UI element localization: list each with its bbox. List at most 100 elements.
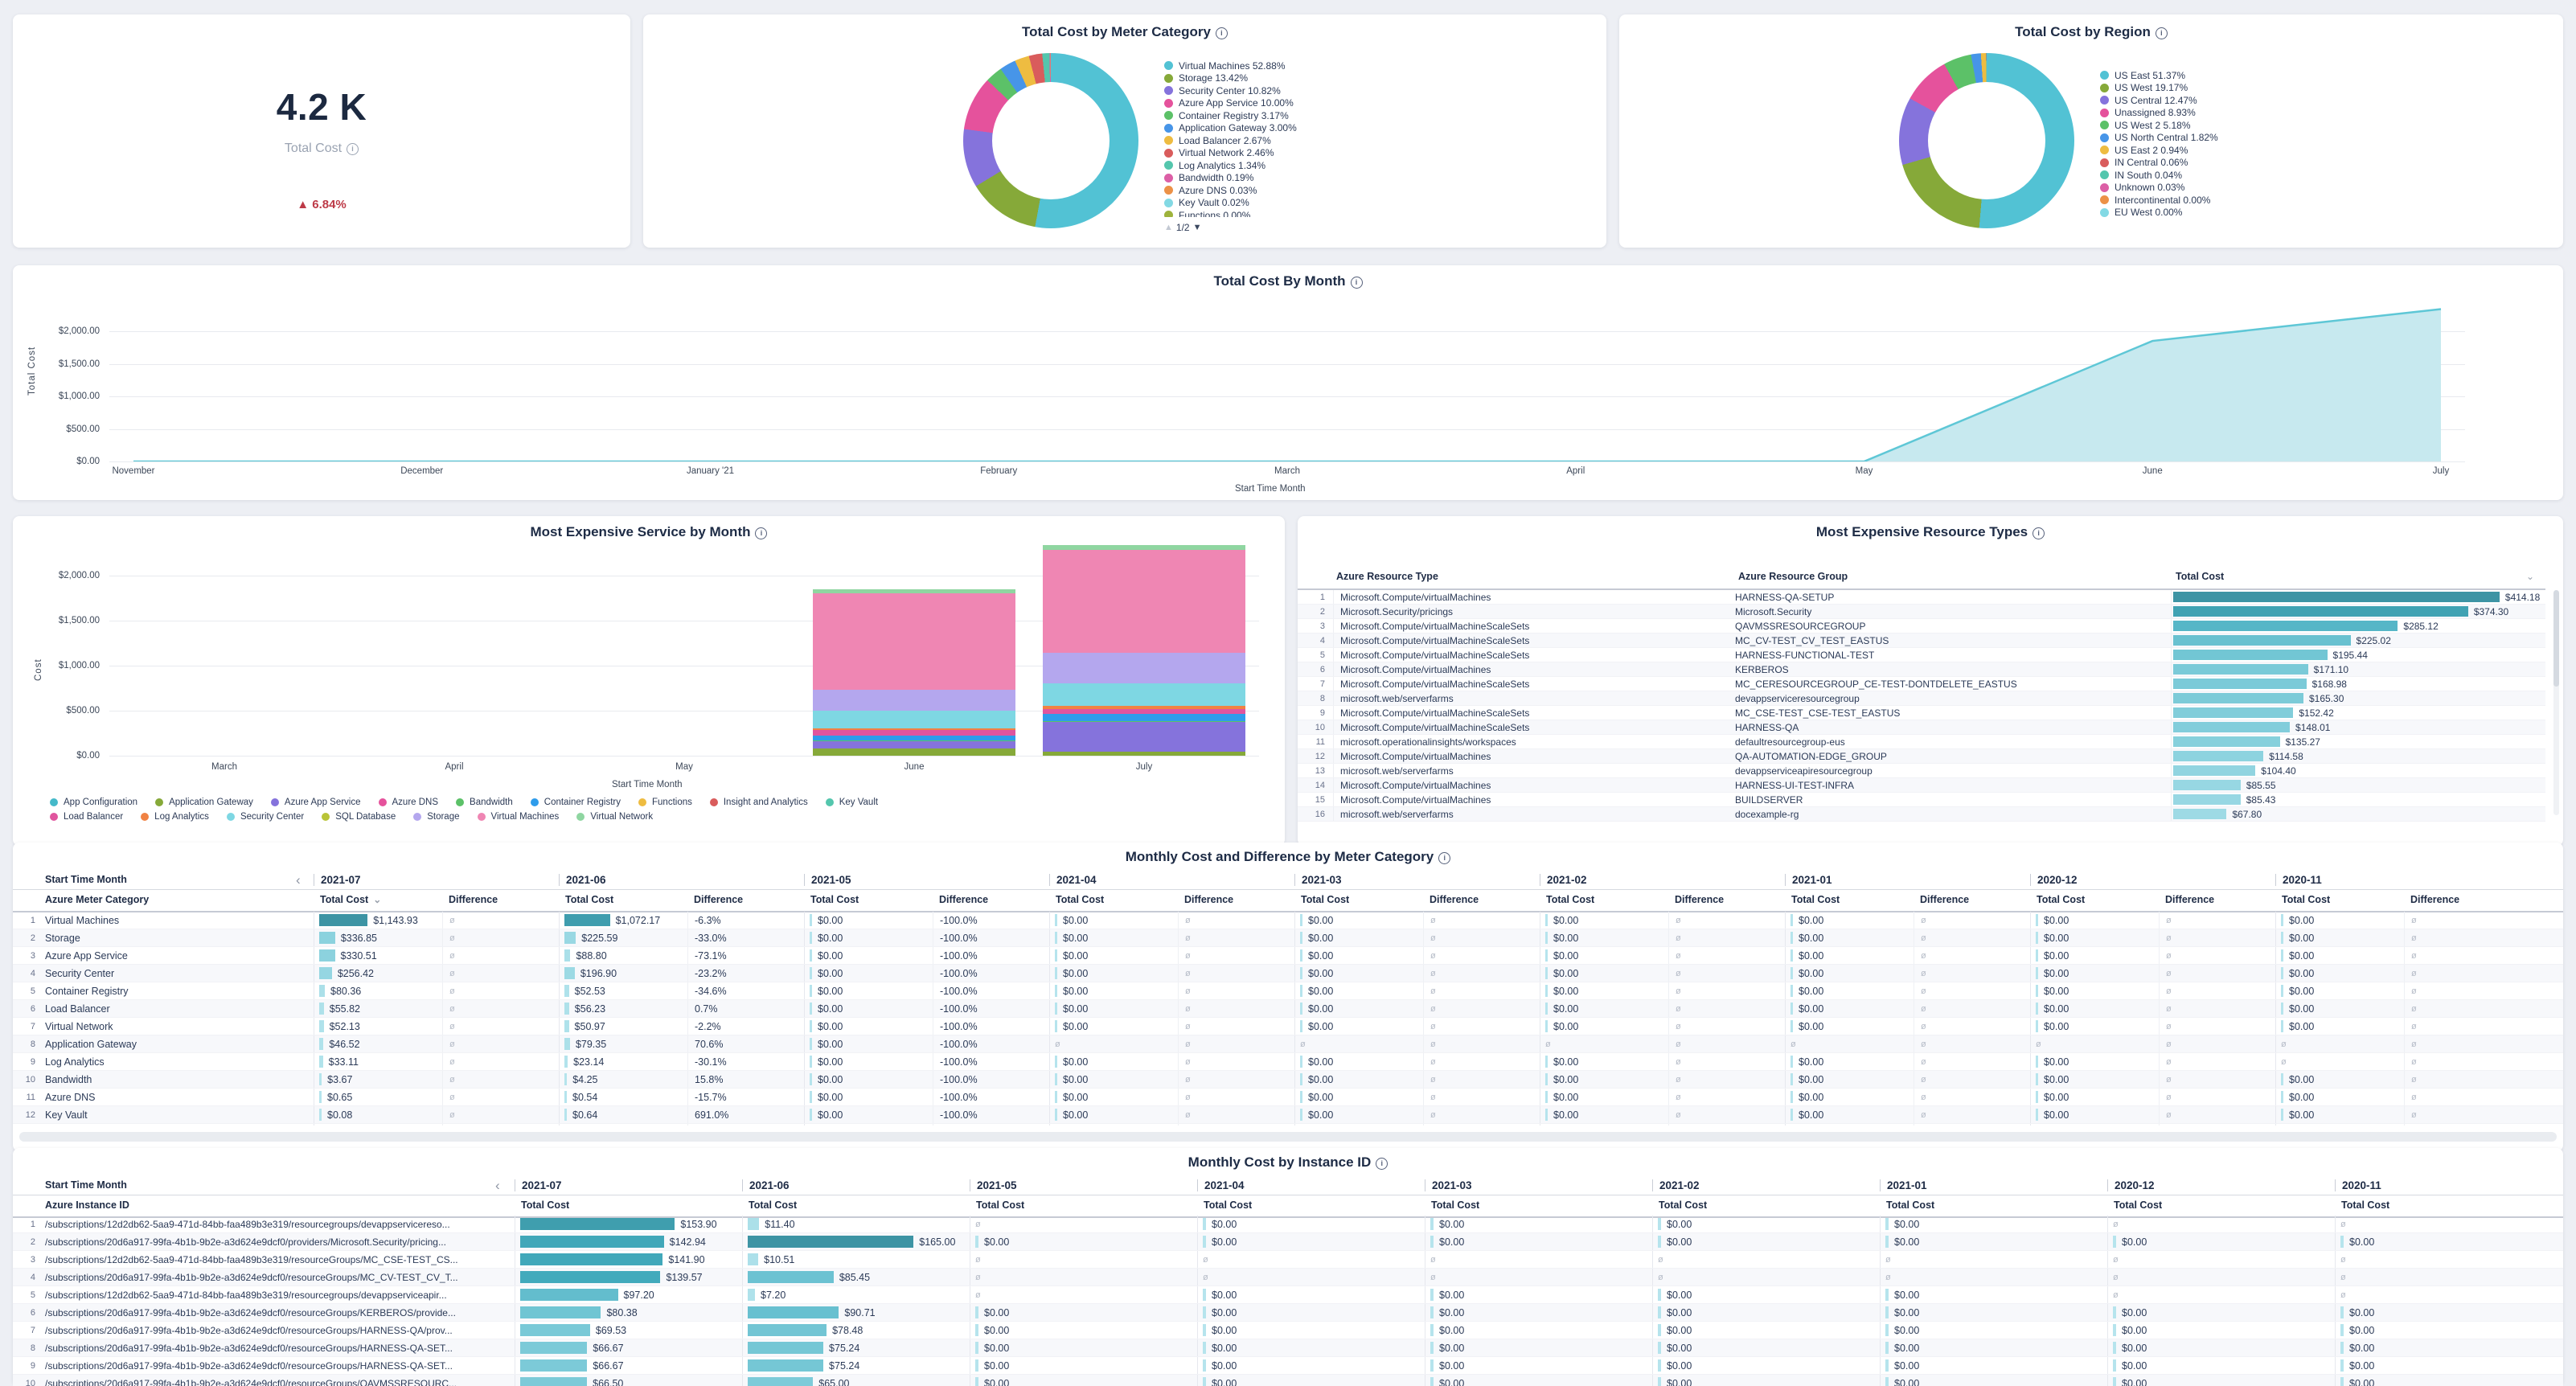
col-header-type[interactable]: Azure Resource Type	[1336, 571, 1438, 582]
legend-item[interactable]: Intercontinental 0.00%	[2100, 194, 2218, 207]
region-donut[interactable]	[1899, 53, 2074, 228]
legend-item[interactable]: Azure App Service 10.00%	[1164, 97, 1297, 110]
month-header[interactable]: 2021-01	[1785, 874, 1832, 886]
diff-col-header[interactable]: Difference	[2165, 894, 2214, 905]
legend-item[interactable]: US East 51.37%	[2100, 69, 2218, 82]
month-header[interactable]: 2021-02	[1540, 874, 1587, 886]
diff-col-header[interactable]: Difference	[939, 894, 988, 905]
legend-item[interactable]: Application Gateway 3.00%	[1164, 122, 1297, 135]
month-header[interactable]: 2020-12	[2107, 1179, 2155, 1191]
legend-item[interactable]: Virtual Machines	[478, 811, 560, 824]
month-header[interactable]: 2020-12	[2030, 874, 2078, 886]
month-header[interactable]: 2021-01	[1880, 1179, 1927, 1191]
cost-col-header[interactable]: Total Cost	[1886, 1199, 1934, 1211]
col-header-cost[interactable]: Total Cost	[2176, 571, 2224, 582]
column-menu-chevron-icon[interactable]: ⌄	[2526, 571, 2534, 582]
legend-item[interactable]: Virtual Machines 52.88%	[1164, 59, 1297, 72]
month-header[interactable]: 2021-04	[1049, 874, 1097, 886]
legend-item[interactable]: US East 2 0.94%	[2100, 144, 2218, 157]
legend-item[interactable]: Storage	[413, 811, 459, 824]
bar-segment-azure-app-service[interactable]	[813, 740, 1015, 748]
legend-item[interactable]: Security Center	[227, 811, 304, 824]
bar-segment-security-center[interactable]	[813, 711, 1015, 728]
legend-item[interactable]: Bandwidth	[456, 796, 513, 809]
bar-segment-load-balancer[interactable]	[813, 730, 1015, 735]
legend-item[interactable]: IN South 0.04%	[2100, 169, 2218, 182]
month-header[interactable]: 2021-07	[314, 874, 361, 886]
cost-col-header[interactable]: Total Cost	[1659, 1199, 1707, 1211]
legend-item[interactable]: IN Central 0.06%	[2100, 157, 2218, 170]
cost-col-header[interactable]: Total Cost	[2114, 1199, 2162, 1211]
stacked-bar-chart[interactable]	[109, 516, 1259, 756]
diff-col-header[interactable]: Difference	[1920, 894, 1969, 905]
info-icon[interactable]	[2032, 527, 2045, 539]
col-header-group[interactable]: Azure Resource Group	[1738, 571, 1848, 582]
legend-item[interactable]: Application Gateway	[155, 796, 253, 809]
legend-item[interactable]: Storage 13.42%	[1164, 72, 1297, 85]
legend-item[interactable]: Security Center 10.82%	[1164, 84, 1297, 97]
cost-col-header[interactable]: Total Cost	[1301, 894, 1349, 905]
bar-segment-security-center[interactable]	[1043, 683, 1245, 707]
col-header-instance[interactable]: Azure Instance ID	[45, 1199, 129, 1211]
cost-col-header[interactable]: Total Cost⌄	[320, 894, 381, 905]
legend-item[interactable]: SQL Database	[322, 811, 396, 824]
legend-item[interactable]: Log Analytics	[141, 811, 209, 824]
legend-item[interactable]: Azure DNS	[379, 796, 439, 809]
bar-segment-storage[interactable]	[1043, 653, 1245, 683]
month-scroll-left-icon[interactable]: ‹	[296, 875, 301, 886]
bar-segment-log-analytics[interactable]	[1043, 706, 1245, 709]
info-icon[interactable]	[1438, 852, 1450, 864]
cost-col-header[interactable]: Total Cost	[1431, 1199, 1479, 1211]
bar-segment-application-gateway[interactable]	[1043, 752, 1245, 756]
meter-category-donut[interactable]	[963, 53, 1138, 228]
legend-item[interactable]: Container Registry	[531, 796, 621, 809]
month-scroll-left-icon[interactable]: ‹	[495, 1180, 500, 1191]
cost-col-header[interactable]: Total Cost	[976, 1199, 1024, 1211]
legend-item[interactable]: Unknown 0.03%	[2100, 182, 2218, 195]
info-icon[interactable]	[2156, 27, 2168, 39]
legend-item[interactable]: Virtual Network 2.46%	[1164, 147, 1297, 160]
diff-col-header[interactable]: Difference	[449, 894, 498, 905]
legend-item[interactable]: US North Central 1.82%	[2100, 132, 2218, 145]
bar-segment-storage[interactable]	[813, 690, 1015, 710]
bar-segment-application-gateway[interactable]	[813, 748, 1015, 756]
cost-col-header[interactable]: Total Cost	[2282, 894, 2330, 905]
legend-item[interactable]: Insight and Analytics	[710, 796, 808, 809]
legend-item[interactable]: Azure DNS 0.03%	[1164, 184, 1297, 197]
info-icon[interactable]	[1216, 27, 1228, 39]
month-header[interactable]: 2021-05	[804, 874, 851, 886]
cost-col-header[interactable]: Total Cost	[1546, 894, 1594, 905]
diff-col-header[interactable]: Difference	[1430, 894, 1479, 905]
cost-col-header[interactable]: Total Cost	[1056, 894, 1104, 905]
legend-item[interactable]: Functions 0.00%	[1164, 209, 1297, 217]
legend-item[interactable]: Log Analytics 1.34%	[1164, 159, 1297, 172]
diff-col-header[interactable]: Difference	[2410, 894, 2459, 905]
bar-segment-virtual-machines[interactable]	[813, 593, 1015, 690]
sort-chevron-icon[interactable]: ⌄	[373, 894, 381, 905]
month-header[interactable]: 2021-04	[1197, 1179, 1245, 1191]
legend-item[interactable]: Key Vault	[826, 796, 878, 809]
month-header[interactable]: 2020-11	[2335, 1179, 2381, 1191]
month-header[interactable]: 2021-03	[1425, 1179, 1472, 1191]
legend-item[interactable]: App Configuration	[50, 796, 137, 809]
cost-col-header[interactable]: Total Cost	[1791, 894, 1840, 905]
bar-segment-log-analytics[interactable]	[813, 728, 1015, 731]
bar-segment-virtual-network[interactable]	[1043, 545, 1245, 550]
cost-col-header[interactable]: Total Cost	[565, 894, 613, 905]
col-header-category[interactable]: Azure Meter Category	[45, 894, 149, 905]
area-chart[interactable]	[109, 265, 2465, 461]
cost-col-header[interactable]: Total Cost	[2037, 894, 2085, 905]
cost-col-header[interactable]: Total Cost	[749, 1199, 797, 1211]
legend-item[interactable]: Virtual Network	[576, 811, 653, 824]
info-icon[interactable]	[1376, 1158, 1388, 1170]
legend-item[interactable]: Bandwidth 0.19%	[1164, 172, 1297, 185]
bar-segment-azure-app-service[interactable]	[1043, 722, 1245, 752]
month-header[interactable]: 2020-11	[2275, 874, 2322, 886]
diff-col-header[interactable]: Difference	[1675, 894, 1724, 905]
bar-segment-load-balancer[interactable]	[1043, 709, 1245, 714]
legend-item[interactable]: Azure App Service	[271, 796, 361, 809]
cost-col-header[interactable]: Total Cost	[1204, 1199, 1252, 1211]
month-header[interactable]: 2021-02	[1652, 1179, 1700, 1191]
vertical-scrollbar[interactable]	[2553, 590, 2559, 815]
legend-item[interactable]: Load Balancer 2.67%	[1164, 134, 1297, 147]
